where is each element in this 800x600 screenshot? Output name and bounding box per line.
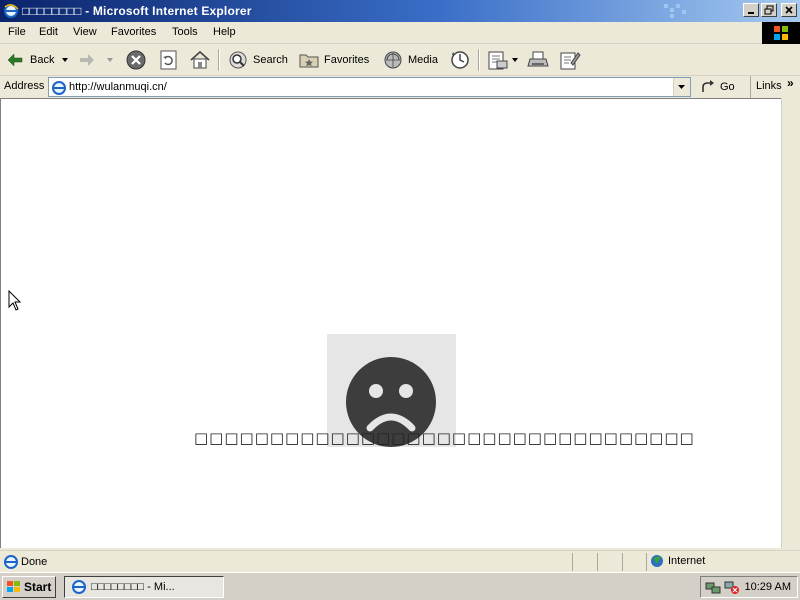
browser-window: □□□□□□□□ - Microsoft Internet Explorer F… [0, 0, 800, 572]
start-label: Start [24, 580, 52, 594]
address-dropdown-button[interactable] [673, 78, 690, 96]
toolbar-separator [478, 49, 480, 71]
page-status-icon [3, 554, 19, 573]
restore-button[interactable] [761, 3, 777, 17]
address-label: Address [4, 80, 45, 92]
toolbar-separator [218, 49, 220, 71]
security-zone[interactable]: Internet [650, 554, 705, 568]
back-button[interactable]: Back [6, 48, 70, 72]
ie-icon [72, 580, 86, 594]
favorites-label: Favorites [324, 54, 370, 66]
clock: 10:29 AM [744, 581, 791, 593]
zone-label: Internet [668, 555, 706, 567]
mouse-cursor-icon [8, 290, 22, 311]
history-icon [451, 51, 469, 69]
stop-button[interactable] [125, 48, 147, 72]
status-text: Done [21, 556, 48, 568]
status-bar: Done Internet [0, 550, 800, 572]
media-button[interactable]: Media [382, 48, 438, 72]
page-content: □□□□□□□□□□□□□□□□□□□□□□□□□□□□□□□□□ [0, 98, 781, 548]
back-arrow-icon [7, 53, 23, 67]
back-label: Back [30, 54, 55, 66]
chevron-down-icon [678, 85, 685, 89]
minimize-icon [748, 12, 754, 14]
links-chevron-icon: » [787, 76, 794, 90]
close-button[interactable] [781, 3, 797, 17]
start-button[interactable]: Start [2, 576, 56, 598]
vertical-scrollbar[interactable] [781, 98, 800, 548]
error-message: □□□□□□□□□□□□□□□□□□□□□□□□□□□□□□□□□ [194, 429, 695, 447]
refresh-icon [160, 50, 177, 70]
network-disconnected-icon[interactable] [724, 579, 740, 595]
system-tray: 10:29 AM [700, 576, 798, 598]
winxp-decoration-icon [664, 4, 686, 18]
standard-toolbar: Back Search Favorites Media [0, 44, 800, 76]
links-button[interactable]: Links » [750, 76, 800, 98]
window-title: □□□□□□□□ - Microsoft Internet Explorer [22, 4, 252, 18]
forward-button[interactable] [78, 48, 115, 72]
status-pane [572, 553, 596, 571]
menu-tools[interactable]: Tools [172, 26, 198, 38]
taskbar: Start □□□□□□□□ - Mi... 10:29 AM [0, 572, 800, 600]
edit-icon [560, 52, 581, 70]
search-button[interactable]: Search [227, 48, 288, 72]
mail-icon [488, 51, 508, 70]
edit-button[interactable] [559, 48, 581, 72]
go-label: Go [720, 81, 735, 93]
menu-help[interactable]: Help [213, 26, 236, 38]
menu-favorites[interactable]: Favorites [111, 26, 156, 38]
taskbar-item-browser[interactable]: □□□□□□□□ - Mi... [64, 576, 224, 598]
links-label: Links [756, 80, 782, 92]
windows-logo-icon [7, 581, 20, 592]
restore-icon [764, 5, 774, 15]
chevron-down-icon[interactable] [107, 57, 115, 63]
media-icon [384, 51, 402, 69]
minimize-button[interactable] [743, 3, 759, 17]
windows-logo-icon [762, 22, 800, 44]
address-bar: Address Go Links » [0, 76, 800, 98]
refresh-button[interactable] [158, 48, 180, 72]
address-input[interactable] [69, 80, 669, 94]
favorites-button[interactable]: Favorites [298, 48, 369, 72]
chevron-down-icon[interactable] [512, 57, 520, 63]
status-pane [622, 553, 646, 571]
forward-arrow-icon [80, 54, 94, 66]
menu-bar: File Edit View Favorites Tools Help [0, 22, 800, 44]
ie-icon[interactable] [3, 3, 19, 19]
home-icon [190, 50, 210, 69]
favorites-icon [299, 54, 319, 68]
go-arrow-icon [702, 80, 714, 92]
globe-icon [651, 555, 663, 567]
page-ie-icon [51, 80, 67, 99]
home-button[interactable] [189, 48, 211, 72]
search-icon [229, 51, 247, 69]
print-button[interactable] [527, 48, 549, 72]
menu-view[interactable]: View [73, 26, 97, 38]
taskbar-item-label: □□□□□□□□ - Mi... [91, 581, 175, 593]
status-pane [597, 553, 621, 571]
search-label: Search [253, 54, 288, 66]
menu-file[interactable]: File [8, 26, 26, 38]
go-button[interactable]: Go [700, 79, 735, 95]
stop-icon [126, 50, 146, 70]
chevron-down-icon[interactable] [62, 57, 70, 63]
network-icon[interactable] [705, 579, 721, 595]
menu-edit[interactable]: Edit [39, 26, 58, 38]
media-label: Media [408, 54, 438, 66]
address-field[interactable] [48, 77, 691, 97]
title-bar[interactable]: □□□□□□□□ - Microsoft Internet Explorer [0, 0, 800, 22]
close-icon [785, 6, 793, 14]
history-button[interactable] [449, 48, 471, 72]
print-icon [527, 51, 549, 67]
mail-button[interactable] [487, 48, 520, 72]
